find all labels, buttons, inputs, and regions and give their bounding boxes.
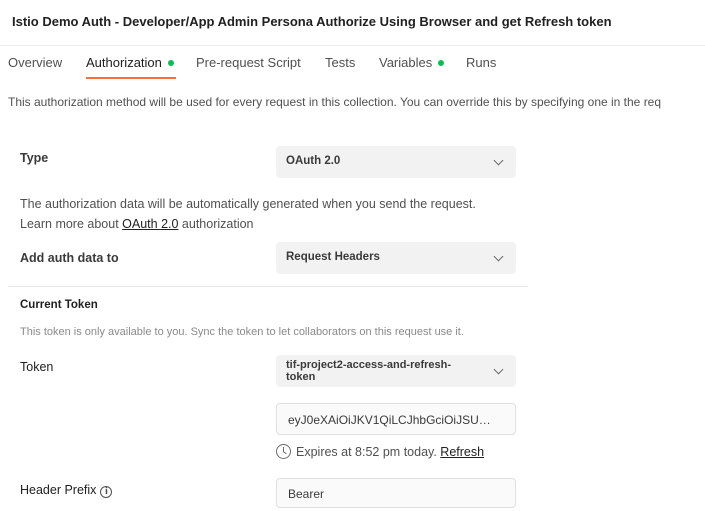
current-token-heading: Current Token xyxy=(20,299,98,311)
add-auth-data-label: Add auth data to xyxy=(20,251,119,265)
add-auth-data-value: Request Headers xyxy=(286,251,380,263)
tab-label: Runs xyxy=(466,55,497,70)
oauth-docs-link[interactable]: OAuth 2.0 xyxy=(122,217,178,231)
tab-bar: Overview Authorization Pre-request Scrip… xyxy=(0,46,705,80)
tab-overview[interactable]: Overview xyxy=(8,55,62,70)
header-prefix-input[interactable]: Bearer xyxy=(276,478,516,508)
info-icon[interactable]: i xyxy=(100,486,113,498)
auth-description: The authorization data will be automatic… xyxy=(20,197,476,211)
token-value: eyJ0eXAiOiJKV1QiLCJhbGciOiJSUzI1NiIsImtp… xyxy=(288,413,493,427)
learn-more-text: Learn more about OAuth 2.0 authorization xyxy=(20,217,254,231)
expiry-text: Expires at 8:52 pm today. xyxy=(296,445,441,459)
token-name-line1: tif-project2-access-and-refresh- xyxy=(286,359,452,371)
tab-pre-request-script[interactable]: Pre-request Script xyxy=(196,55,301,70)
token-expiry: Expires at 8:52 pm today. Refresh xyxy=(276,444,484,459)
header-prefix-label: Header Prefix i xyxy=(20,483,113,498)
chevron-down-icon xyxy=(493,364,504,375)
add-auth-data-select[interactable]: Request Headers xyxy=(276,242,516,274)
auth-type-select[interactable]: OAuth 2.0 xyxy=(276,146,516,178)
section-divider xyxy=(8,286,528,287)
tab-label: Overview xyxy=(8,55,63,70)
title-bar: Istio Demo Auth - Developer/App Admin Pe… xyxy=(0,0,705,46)
clock-icon xyxy=(276,444,291,459)
tab-modified-indicator xyxy=(438,60,445,66)
refresh-token-link[interactable]: Refresh xyxy=(440,445,484,459)
tab-authorization[interactable]: Authorization xyxy=(86,55,174,70)
type-label: Type xyxy=(20,151,49,165)
tab-tests[interactable]: Tests xyxy=(325,55,355,70)
token-select-value: tif-project2-access-and-refresh-token xyxy=(286,359,451,383)
tab-label: Authorization xyxy=(86,55,162,70)
token-value-field[interactable]: eyJ0eXAiOiJKV1QiLCJhbGciOiJSUzI1NiIsImtp… xyxy=(276,403,516,435)
learn-more-prefix: Learn more about xyxy=(20,217,123,231)
active-tab-underline xyxy=(86,77,176,79)
auth-type-value: OAuth 2.0 xyxy=(286,155,341,167)
token-availability-note: This token is only available to you. Syn… xyxy=(20,326,464,338)
token-name-line2: token xyxy=(286,371,316,383)
learn-more-suffix: authorization xyxy=(178,217,254,231)
token-label: Token xyxy=(20,360,54,374)
header-prefix-value: Bearer xyxy=(288,487,325,501)
authorization-info-text: This authorization method will be used f… xyxy=(8,95,662,109)
tab-variables[interactable]: Variables xyxy=(379,55,445,70)
tab-label: Pre-request Script xyxy=(196,55,301,70)
chevron-down-icon xyxy=(493,155,504,166)
tab-label: Variables xyxy=(379,55,433,70)
header-prefix-label-text: Header Prefix xyxy=(20,483,97,497)
tab-label: Tests xyxy=(325,55,356,70)
tab-runs[interactable]: Runs xyxy=(466,55,496,70)
chevron-down-icon xyxy=(493,251,504,262)
token-select[interactable]: tif-project2-access-and-refresh-token xyxy=(276,355,516,387)
tab-modified-indicator xyxy=(167,60,174,66)
collection-title: Istio Demo Auth - Developer/App Admin Pe… xyxy=(12,14,612,29)
